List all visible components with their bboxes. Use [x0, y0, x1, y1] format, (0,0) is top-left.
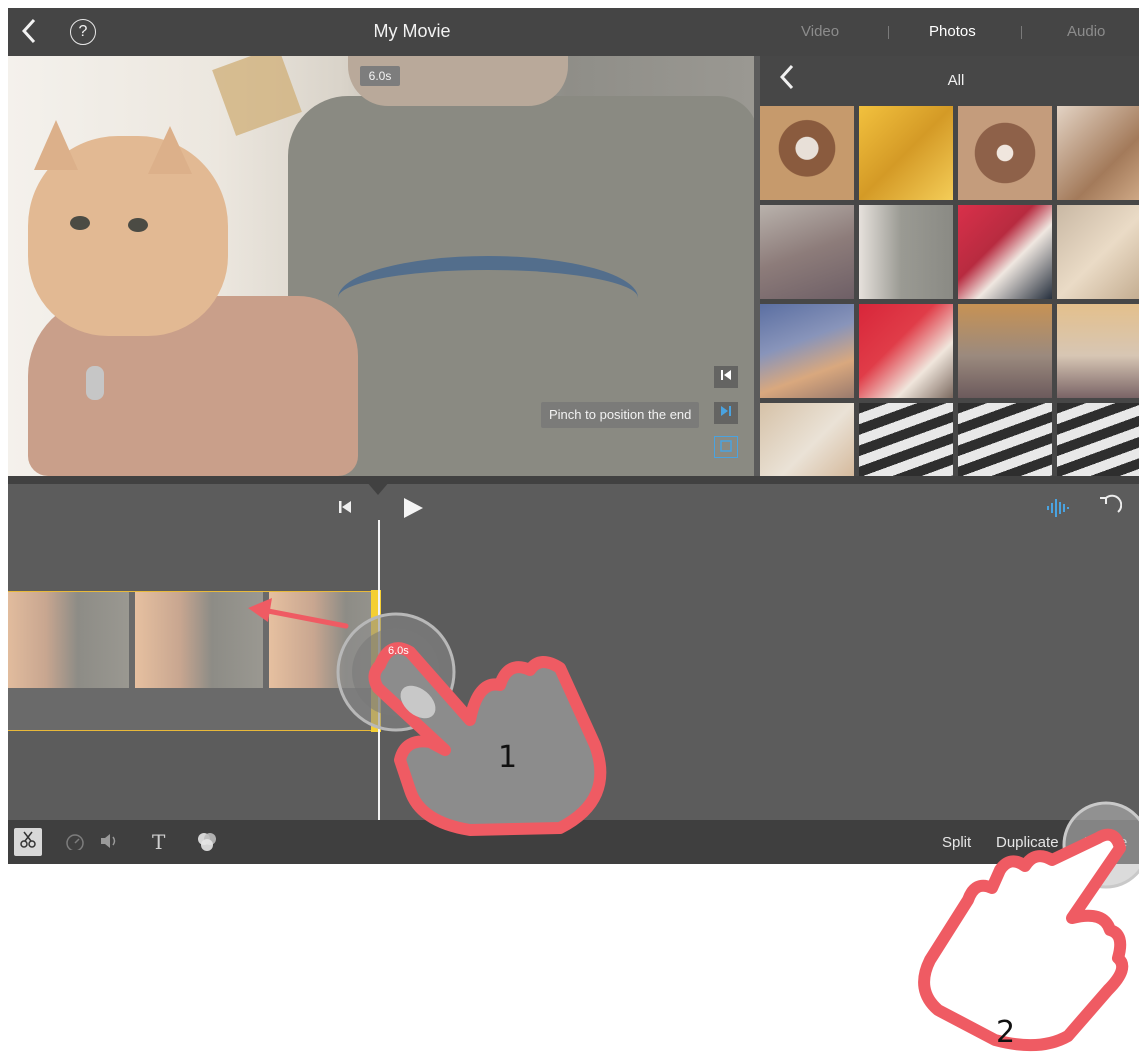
photo-thumbnail[interactable]	[760, 403, 854, 476]
title-text-icon: T	[152, 830, 166, 854]
playhead[interactable]	[378, 520, 380, 820]
speed-icon	[66, 834, 84, 852]
video-clip[interactable]	[8, 590, 381, 732]
skip-start-icon	[339, 501, 351, 513]
duplicate-button[interactable]: Duplicate	[996, 834, 1059, 851]
filters-tool[interactable]	[196, 832, 218, 856]
photo-thumbnail[interactable]	[859, 403, 953, 476]
ring	[86, 366, 104, 400]
photo-thumbnail[interactable]	[859, 304, 953, 398]
clip-frame	[135, 592, 263, 688]
ceiling-lamp	[212, 56, 302, 136]
clip-frames	[8, 592, 371, 688]
video-preview[interactable]: 6.0s Pinch to position the end	[8, 56, 754, 476]
photo-thumbnail[interactable]	[958, 205, 1052, 299]
undo-button[interactable]	[1098, 494, 1123, 522]
step-number: 2	[996, 1015, 1016, 1050]
tab-divider	[1021, 26, 1022, 39]
tab-audio[interactable]: Audio	[1067, 23, 1105, 40]
kitten-eye	[128, 218, 148, 232]
tab-photos[interactable]: Photos	[929, 23, 976, 40]
kitten-eye	[70, 216, 90, 230]
title-text-tool[interactable]: T	[152, 832, 165, 852]
playhead-notch	[366, 481, 390, 495]
photo-thumbnail[interactable]	[1057, 205, 1139, 299]
skip-to-start-icon	[721, 370, 731, 380]
trim-duration-label: 6.0s	[388, 645, 409, 657]
play-button[interactable]	[402, 497, 424, 525]
photo-thumbnail[interactable]	[760, 205, 854, 299]
timeline[interactable]	[8, 476, 1139, 820]
kitten-ear-right	[148, 126, 192, 174]
top-bar: ? My Movie Video Photos Audio	[8, 8, 1139, 56]
imovie-app: ? My Movie Video Photos Audio 6.0s Pinch…	[8, 8, 1139, 864]
scissors-tool[interactable]	[14, 828, 42, 856]
skip-to-end-icon	[721, 406, 731, 416]
tab-video[interactable]: Video	[801, 23, 839, 40]
photo-thumbnail[interactable]	[859, 106, 953, 200]
step-number: 1	[498, 740, 518, 775]
delete-button[interactable]: Delete	[1084, 834, 1127, 851]
clip-frame	[8, 592, 129, 688]
photo-thumbnail[interactable]	[958, 403, 1052, 476]
photos-browser: All	[760, 56, 1139, 476]
play-icon	[404, 498, 423, 518]
timeline-divider	[8, 476, 1139, 484]
photo-thumbnail[interactable]	[760, 106, 854, 200]
photo-thumbnail[interactable]	[958, 304, 1052, 398]
media-tabs: Video Photos Audio	[778, 23, 1138, 43]
audio-waveform-icon	[1047, 499, 1069, 517]
skip-to-end-button[interactable]	[714, 402, 738, 424]
split-button[interactable]: Split	[942, 834, 971, 851]
pointing-hand-icon	[918, 828, 1129, 1052]
filters-icon	[198, 833, 216, 851]
clip-frame	[269, 592, 371, 688]
photo-thumbnail[interactable]	[859, 205, 953, 299]
page-title: My Movie	[373, 21, 451, 41]
undo-icon	[1100, 494, 1123, 513]
clip-duration-badge: 6.0s	[360, 66, 400, 86]
photos-album-title: All	[947, 72, 965, 89]
volume-tool[interactable]	[100, 832, 122, 854]
photo-thumbnail[interactable]	[958, 106, 1052, 200]
scissors-icon	[20, 831, 36, 848]
volume-icon	[101, 834, 116, 848]
photos-header: All	[760, 56, 1139, 104]
tab-divider	[888, 26, 889, 39]
photo-thumbnail[interactable]	[1057, 403, 1139, 476]
crop-icon	[720, 440, 732, 452]
audio-waveform-button[interactable]	[1046, 498, 1070, 524]
photo-thumbnail[interactable]	[760, 304, 854, 398]
shirt-print	[338, 256, 638, 340]
photo-thumbnail[interactable]	[1057, 106, 1139, 200]
kitten-ear-left	[34, 120, 78, 170]
photo-thumbnail[interactable]	[1057, 304, 1139, 398]
pinch-tooltip: Pinch to position the end	[541, 402, 700, 428]
crop-button[interactable]	[714, 436, 738, 458]
speed-tool[interactable]	[64, 832, 86, 854]
skip-to-start-button[interactable]	[714, 366, 738, 388]
edit-toolbar: T Split Duplicate Delete	[8, 820, 1139, 864]
timeline-skip-start-button[interactable]	[338, 500, 352, 517]
